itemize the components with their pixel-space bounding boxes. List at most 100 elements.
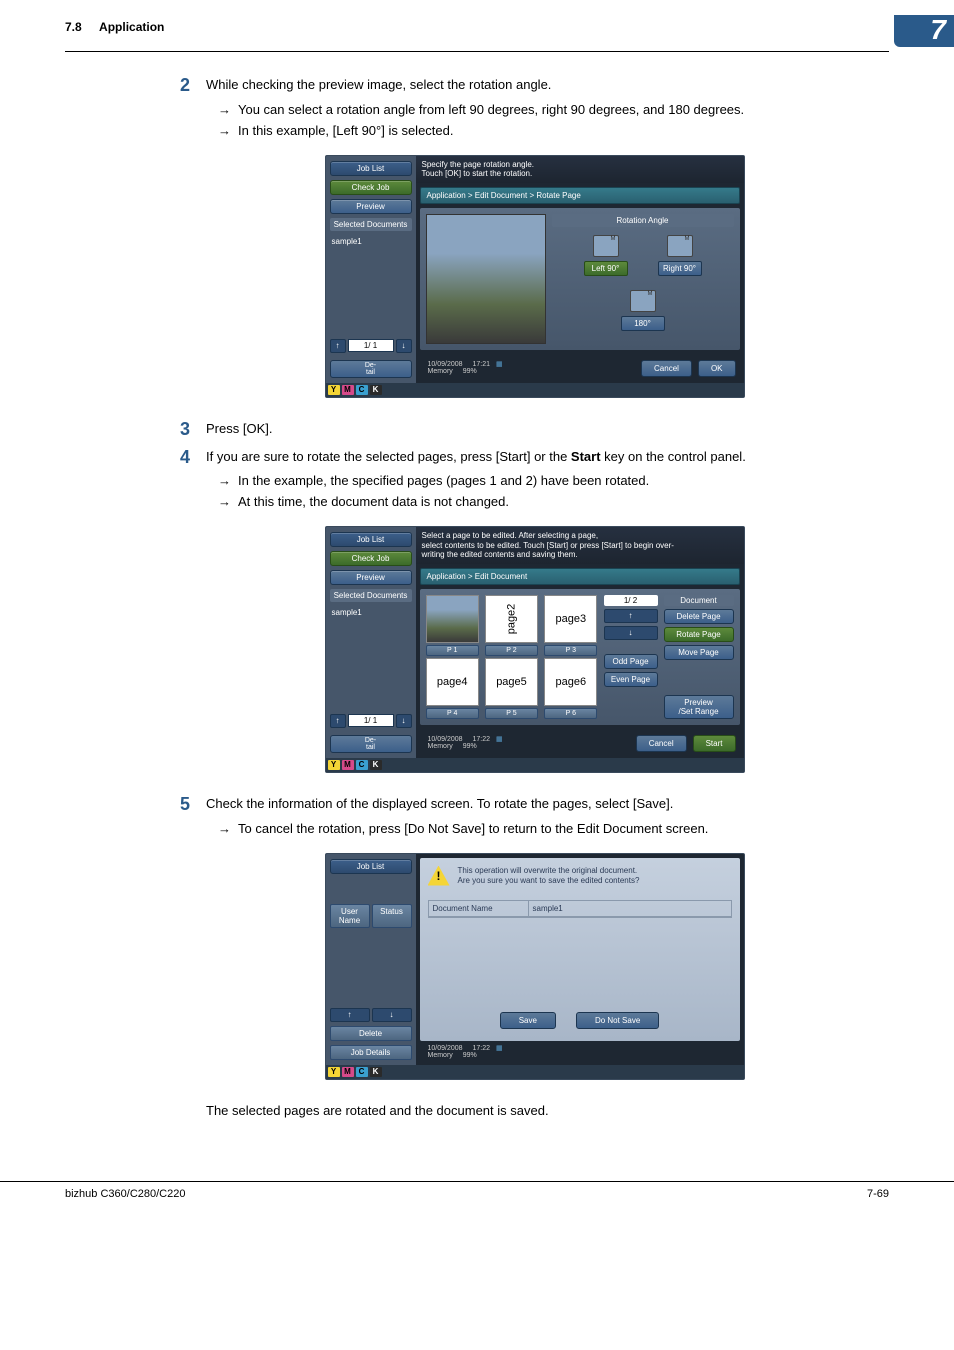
message-bar: Specify the page rotation angle. Touch [… xyxy=(416,156,744,183)
page-up-button[interactable]: ↑ xyxy=(330,339,346,353)
selected-documents-header: Selected Documents xyxy=(330,589,412,602)
right-90-button[interactable]: Right 90° xyxy=(658,261,702,276)
arrow-right-icon: → xyxy=(218,122,238,141)
memory-label: Memory xyxy=(428,1052,453,1059)
toner-c-icon: C xyxy=(356,760,368,770)
step-text: Check the information of the displayed s… xyxy=(206,796,673,811)
cancel-button[interactable]: Cancel xyxy=(641,360,692,377)
page-down-button[interactable]: ↓ xyxy=(372,1008,412,1022)
arrow-right-icon: → xyxy=(218,820,238,839)
job-list-button[interactable]: Job List xyxy=(330,859,412,874)
date-label: 10/09/2008 xyxy=(428,361,463,368)
ok-button[interactable]: OK xyxy=(698,360,736,377)
step-number: 3 xyxy=(180,420,206,440)
arrow-right-icon: → xyxy=(218,493,238,512)
thumbnail-page-6[interactable]: page6 xyxy=(544,658,597,706)
detail-button[interactable]: De- tail xyxy=(330,360,412,378)
rotate-180-button[interactable]: 180° xyxy=(621,316,665,331)
rotate-right-icon xyxy=(667,235,693,257)
move-page-button[interactable]: Move Page xyxy=(664,645,734,660)
detail-button[interactable]: De- tail xyxy=(330,735,412,753)
page-label: P 3 xyxy=(544,645,597,656)
save-button[interactable]: Save xyxy=(500,1012,556,1029)
odd-page-button[interactable]: Odd Page xyxy=(604,654,658,669)
arrow-right-icon: → xyxy=(218,101,238,120)
delete-page-button[interactable]: Delete Page xyxy=(664,609,734,624)
step-text: If you are sure to rotate the selected p… xyxy=(206,449,746,464)
memory-icon: ▦ xyxy=(496,361,503,368)
preview-pane xyxy=(426,214,546,344)
thumbnail-page-2[interactable]: page2 xyxy=(485,595,538,643)
warning-message: This operation will overwrite the origin… xyxy=(458,866,640,887)
step-text: Press [OK]. xyxy=(206,421,272,436)
step-sub-text: In the example, the specified pages (pag… xyxy=(238,472,889,491)
even-page-button[interactable]: Even Page xyxy=(604,672,658,687)
page-label: P 4 xyxy=(426,708,479,719)
memory-percent: 99% xyxy=(463,743,477,750)
chapter-tab: 7 xyxy=(894,15,954,47)
thumbnail-page-4[interactable]: page4 xyxy=(426,658,479,706)
check-job-button[interactable]: Check Job xyxy=(330,551,412,566)
cancel-button[interactable]: Cancel xyxy=(636,735,687,752)
thumbnail-page-5[interactable]: page5 xyxy=(485,658,538,706)
preview-button[interactable]: Preview xyxy=(330,570,412,585)
step-sub-text: To cancel the rotation, press [Do Not Sa… xyxy=(238,820,889,839)
preview-button[interactable]: Preview xyxy=(330,199,412,214)
step-number: 4 xyxy=(180,448,206,515)
page-counter: 1/ 1 xyxy=(348,714,394,727)
status-tab[interactable]: Status xyxy=(372,904,412,928)
toner-c-icon: C xyxy=(356,385,368,395)
toner-y-icon: Y xyxy=(328,385,340,395)
preview-set-range-button[interactable]: Preview /Set Range xyxy=(664,695,734,719)
toner-y-icon: Y xyxy=(328,760,340,770)
memory-icon: ▦ xyxy=(496,1045,503,1052)
screenshot-save-confirm: Job List User Name Status ↑ ↓ Delete Job… xyxy=(325,853,745,1081)
delete-button[interactable]: Delete xyxy=(330,1026,412,1041)
footer-model: bizhub C360/C280/C220 xyxy=(65,1188,185,1200)
left-90-button[interactable]: Left 90° xyxy=(584,261,628,276)
page-down-button[interactable]: ↓ xyxy=(396,339,412,353)
rotate-180-icon xyxy=(630,290,656,312)
step-number: 5 xyxy=(180,795,206,841)
page-counter: 1/ 1 xyxy=(348,339,394,352)
document-name-value: sample1 xyxy=(529,901,731,916)
toner-k-icon: K xyxy=(370,385,382,395)
thumbnail-page-1[interactable] xyxy=(426,595,479,643)
job-list-button[interactable]: Job List xyxy=(330,532,412,547)
page-up-button[interactable]: ↑ xyxy=(330,1008,370,1022)
memory-percent: 99% xyxy=(463,1052,477,1059)
document-name: sample1 xyxy=(330,606,412,619)
do-not-save-button[interactable]: Do Not Save xyxy=(576,1012,659,1029)
thumb-up-button[interactable]: ↑ xyxy=(604,609,658,623)
step-sub-text: You can select a rotation angle from lef… xyxy=(238,101,889,120)
page-label: P 6 xyxy=(544,708,597,719)
footer-page-number: 7-69 xyxy=(867,1188,889,1200)
selected-documents-header: Selected Documents xyxy=(330,218,412,231)
page-down-button[interactable]: ↓ xyxy=(396,714,412,728)
screenshot-rotate-page: Job List Check Job Preview Selected Docu… xyxy=(325,155,745,398)
message-bar: Select a page to be edited. After select… xyxy=(416,527,744,564)
arrow-right-icon: → xyxy=(218,472,238,491)
document-name-label: Document Name xyxy=(429,901,529,916)
user-name-tab[interactable]: User Name xyxy=(330,904,370,928)
memory-percent: 99% xyxy=(463,368,477,375)
thumbnail-page-3[interactable]: page3 xyxy=(544,595,597,643)
toner-m-icon: M xyxy=(342,1067,354,1077)
memory-label: Memory xyxy=(428,743,453,750)
toner-k-icon: K xyxy=(370,760,382,770)
page-label: P 2 xyxy=(485,645,538,656)
screenshot-edit-document: Job List Check Job Preview Selected Docu… xyxy=(325,526,745,773)
check-job-button[interactable]: Check Job xyxy=(330,180,412,195)
toner-m-icon: M xyxy=(342,760,354,770)
start-button[interactable]: Start xyxy=(693,735,736,752)
time-label: 17:22 xyxy=(473,1045,491,1052)
thumb-down-button[interactable]: ↓ xyxy=(604,626,658,640)
job-list-button[interactable]: Job List xyxy=(330,161,412,176)
toner-y-icon: Y xyxy=(328,1067,340,1077)
rotate-page-button[interactable]: Rotate Page xyxy=(664,627,734,642)
toner-c-icon: C xyxy=(356,1067,368,1077)
job-details-button[interactable]: Job Details xyxy=(330,1045,412,1060)
page-up-button[interactable]: ↑ xyxy=(330,714,346,728)
document-name: sample1 xyxy=(330,235,412,248)
rotate-left-icon xyxy=(593,235,619,257)
